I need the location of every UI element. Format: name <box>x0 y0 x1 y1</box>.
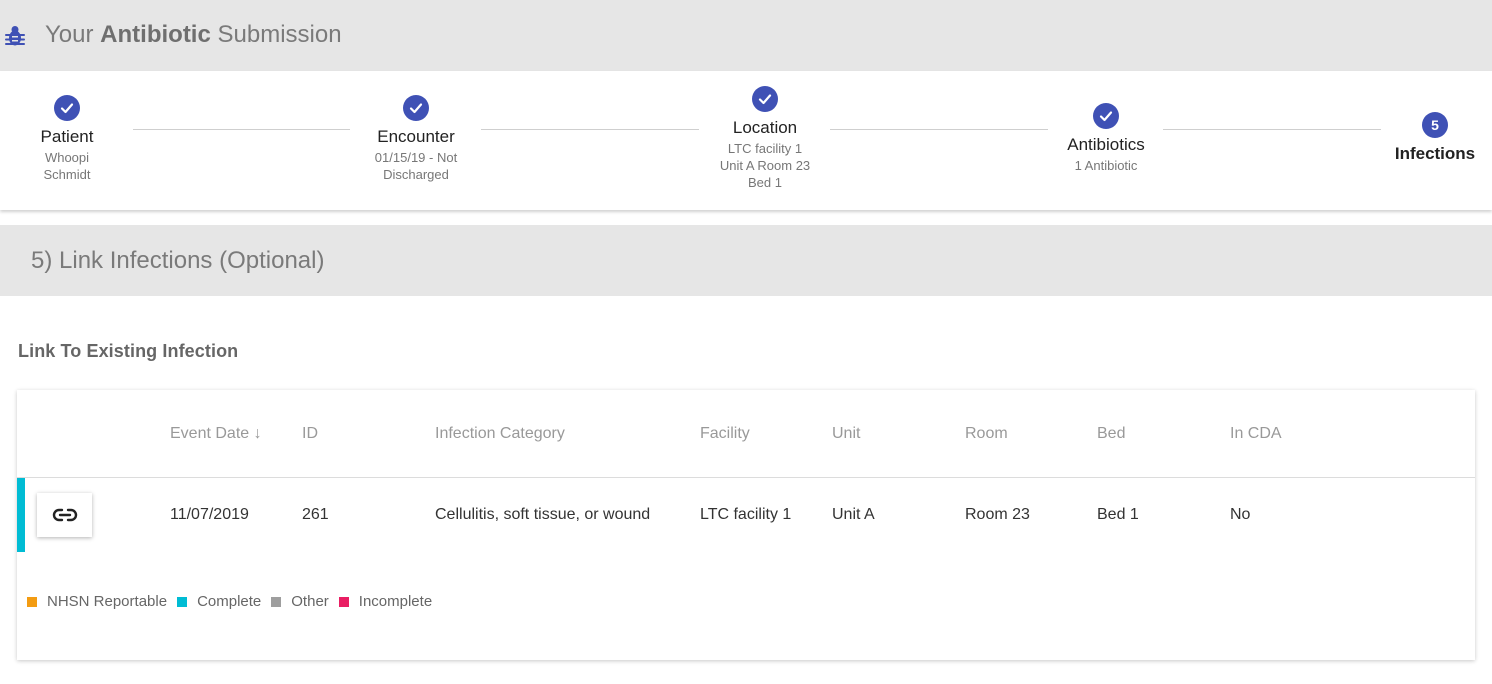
infections-table: Event Date ↓ ID Infection Category Facil… <box>17 390 1475 660</box>
step-sub: LTC facility 1 <box>727 141 803 156</box>
link-icon <box>52 508 77 522</box>
step-label: Location <box>732 118 798 137</box>
cell-facility: LTC facility 1 <box>700 506 792 523</box>
legend-swatch <box>271 596 282 607</box>
step-connector <box>481 129 699 130</box>
step-label: Patient <box>40 127 94 146</box>
column-header-bed[interactable]: Bed <box>1097 425 1125 443</box>
step-infections[interactable]: 5 Infections <box>1385 112 1485 164</box>
step-sub: Schmidt <box>43 167 91 182</box>
step-label: Encounter <box>377 127 455 146</box>
cell-room: Room 23 <box>965 506 1030 523</box>
status-legend: NHSN Reportable Complete Other Incomplet… <box>27 593 442 610</box>
cell-event-date: 11/07/2019 <box>170 506 249 523</box>
legend-swatch <box>27 596 37 607</box>
column-header-unit[interactable]: Unit <box>832 425 860 443</box>
step-sub: Unit A Room 23 <box>719 158 811 173</box>
column-header-id[interactable]: ID <box>302 425 318 443</box>
column-header-in-cda[interactable]: In CDA <box>1230 425 1282 443</box>
step-antibiotics[interactable]: Antibiotics 1 Antibiotic <box>1046 103 1166 174</box>
page-title: Your Antibiotic Submission <box>45 21 342 48</box>
legend-item-complete: Complete <box>177 593 261 610</box>
cell-id: 261 <box>302 506 329 523</box>
step-patient[interactable]: Patient Whoopi Schmidt <box>17 95 117 183</box>
step-label: Antibiotics <box>1067 135 1145 154</box>
step-location[interactable]: Location LTC facility 1 Unit A Room 23 B… <box>705 86 825 191</box>
status-indicator <box>17 478 25 552</box>
cell-in-cda: No <box>1230 506 1251 523</box>
legend-item-incomplete: Incomplete <box>338 593 433 610</box>
page-header: Your Antibiotic Submission <box>0 0 1492 71</box>
legend-item-other: Other <box>271 593 329 610</box>
legend-label: Complete <box>197 593 262 610</box>
cell-unit: Unit A <box>832 506 875 523</box>
column-header-room[interactable]: Room <box>965 425 1008 443</box>
step-sub: Discharged <box>383 167 449 182</box>
submission-stepper: Patient Whoopi Schmidt Encounter 01/15/1… <box>0 71 1492 210</box>
step-sub: Bed 1 <box>748 175 782 190</box>
table-header-divider <box>17 477 1475 478</box>
legend-item-nhsn-reportable: NHSN Reportable <box>27 593 167 610</box>
check-icon <box>54 95 80 121</box>
step-encounter[interactable]: Encounter 01/15/19 - Not Discharged <box>356 95 476 183</box>
cell-infection-category: Cellulitis, soft tissue, or wound <box>435 506 651 523</box>
legend-label: Other <box>291 593 329 610</box>
column-header-event-date[interactable]: Event Date ↓ <box>170 425 262 443</box>
legend-swatch <box>177 596 188 607</box>
step-connector <box>1163 129 1381 130</box>
link-existing-heading: Link To Existing Infection <box>18 341 239 361</box>
step-sub: Whoopi <box>44 150 90 165</box>
legend-label: NHSN Reportable <box>47 593 168 610</box>
column-header-facility[interactable]: Facility <box>700 425 750 443</box>
cell-bed: Bed 1 <box>1097 506 1139 523</box>
bug-icon <box>5 26 25 46</box>
step-connector <box>133 129 350 130</box>
check-icon <box>403 95 429 121</box>
legend-swatch <box>338 596 349 607</box>
step-number: 5 <box>1422 112 1448 138</box>
check-icon <box>1093 103 1119 129</box>
section-title: 5) Link Infections (Optional) <box>31 247 325 274</box>
step-sub: 01/15/19 - Not <box>374 150 458 165</box>
step-sub: 1 Antibiotic <box>1074 158 1138 173</box>
step-label: Infections <box>1394 144 1476 163</box>
legend-label: Incomplete <box>358 593 433 610</box>
check-icon <box>752 86 778 112</box>
link-infection-button[interactable] <box>37 493 92 537</box>
step-connector <box>830 129 1048 130</box>
section-header: 5) Link Infections (Optional) <box>0 225 1492 296</box>
column-header-infection-category[interactable]: Infection Category <box>435 425 565 443</box>
